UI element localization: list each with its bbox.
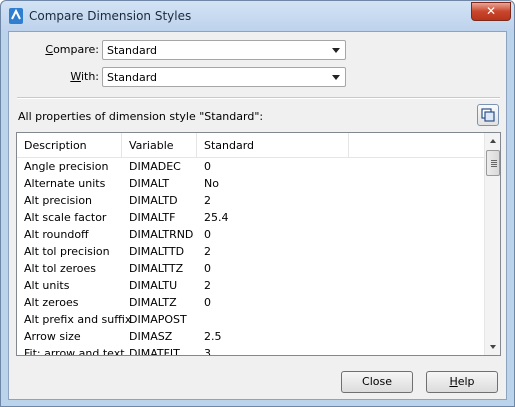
variable-cell: DIMAPOST xyxy=(129,313,187,326)
list-body: Angle precision DIMADEC 0 Alternate units DI… xyxy=(17,158,484,356)
grip-line xyxy=(491,162,497,163)
compare-dropdown-value: Standard xyxy=(107,44,158,57)
help-button[interactable]: Help xyxy=(426,371,498,393)
variable-cell: DIMALTU xyxy=(129,279,178,292)
description-cell: Alt roundoff xyxy=(24,228,89,241)
description-cell: Alt tol precision xyxy=(24,245,110,258)
grip-line xyxy=(491,164,497,165)
compare-label: Compare: xyxy=(45,43,99,56)
value-cell: No xyxy=(204,177,219,190)
table-row[interactable]: Alt roundoff DIMALTRND 0 xyxy=(17,226,484,243)
variable-cell: DIMALTF xyxy=(129,211,176,224)
variable-cell: DIMATFIT xyxy=(129,347,180,356)
close-button[interactable]: Close xyxy=(341,371,413,393)
description-cell: Alt tol zeroes xyxy=(24,262,97,275)
dialog-body: Compare: Standard With: Standard All pro… xyxy=(8,31,507,400)
value-cell: 2 xyxy=(204,279,211,292)
separator xyxy=(17,97,500,99)
scroll-up-button[interactable] xyxy=(485,133,500,150)
variable-cell: DIMALT xyxy=(129,177,170,190)
with-label: With: xyxy=(70,70,99,83)
arrow-up-icon xyxy=(490,139,496,143)
table-row[interactable]: Alt tol zeroes DIMALTTZ 0 xyxy=(17,260,484,277)
grip-line xyxy=(491,160,497,161)
value-cell: 2.5 xyxy=(204,330,222,343)
value-cell: 0 xyxy=(204,228,211,241)
description-cell: Alt precision xyxy=(24,194,93,207)
title-bar[interactable]: Compare Dimension Styles ✕ xyxy=(1,1,514,31)
value-cell: 0 xyxy=(204,296,211,309)
value-cell: 2 xyxy=(204,245,211,258)
description-cell: Alt scale factor xyxy=(24,211,107,224)
description-cell: Alt prefix and suffix xyxy=(24,313,132,326)
vertical-scrollbar[interactable] xyxy=(484,133,500,355)
value-cell: 25.4 xyxy=(204,211,229,224)
column-header-variable[interactable]: Variable xyxy=(122,133,197,158)
variable-cell: DIMALTRND xyxy=(129,228,194,241)
description-cell: Angle precision xyxy=(24,160,109,173)
variable-cell: DIMALTZ xyxy=(129,296,177,309)
table-row[interactable]: Alt prefix and suffix DIMAPOST xyxy=(17,311,484,328)
value-cell: 0 xyxy=(204,262,211,275)
compare-dropdown[interactable]: Standard xyxy=(102,40,346,60)
table-row[interactable]: Alt units DIMALTU 2 xyxy=(17,277,484,294)
grip-line xyxy=(491,166,497,167)
description-cell: Alt zeroes xyxy=(24,296,79,309)
table-row[interactable]: Alt zeroes DIMALTZ 0 xyxy=(17,294,484,311)
table-row[interactable]: Arrow size DIMASZ 2.5 xyxy=(17,328,484,345)
table-row[interactable]: Angle precision DIMADEC 0 xyxy=(17,158,484,175)
column-header-standard[interactable]: Standard xyxy=(197,133,349,158)
column-header-description[interactable]: Description xyxy=(17,133,122,158)
properties-list[interactable]: Description Variable Standard Angle prec… xyxy=(16,132,501,356)
copy-to-clipboard-button[interactable] xyxy=(477,104,499,126)
variable-cell: DIMALTTZ xyxy=(129,262,184,275)
dialog-window: Compare Dimension Styles ✕ Compare: Stan… xyxy=(0,0,515,407)
variable-cell: DIMADEC xyxy=(129,160,181,173)
window-title: Compare Dimension Styles xyxy=(29,9,192,23)
window-close-button[interactable]: ✕ xyxy=(471,2,511,21)
variable-cell: DIMASZ xyxy=(129,330,173,343)
variable-cell: DIMALTTD xyxy=(129,245,185,258)
list-header: Description Variable Standard xyxy=(17,133,484,158)
description-cell: Arrow size xyxy=(24,330,81,343)
value-cell: 2 xyxy=(204,194,211,207)
description-cell: Alternate units xyxy=(24,177,106,190)
description-cell: Alt units xyxy=(24,279,70,292)
properties-label: All properties of dimension style "Stand… xyxy=(18,110,264,123)
copy-icon xyxy=(481,108,495,122)
scroll-thumb[interactable] xyxy=(486,150,500,176)
table-row[interactable]: Alt tol precision DIMALTTD 2 xyxy=(17,243,484,260)
value-cell: 0 xyxy=(204,160,211,173)
variable-cell: DIMALTD xyxy=(129,194,178,207)
with-dropdown[interactable]: Standard xyxy=(102,67,346,87)
scroll-down-button[interactable] xyxy=(485,338,500,355)
arrow-down-icon xyxy=(490,345,496,349)
app-icon xyxy=(9,8,23,24)
with-dropdown-value: Standard xyxy=(107,71,158,84)
table-row[interactable]: Fit: arrow and text DIMATFIT 3 xyxy=(17,345,484,356)
chevron-down-icon xyxy=(332,75,340,80)
table-row[interactable]: Alt scale factor DIMALTF 25.4 xyxy=(17,209,484,226)
value-cell: 3 xyxy=(204,347,211,356)
chevron-down-icon xyxy=(332,48,340,53)
description-cell: Fit: arrow and text xyxy=(24,347,125,356)
table-row[interactable]: Alternate units DIMALT No xyxy=(17,175,484,192)
table-row[interactable]: Alt precision DIMALTD 2 xyxy=(17,192,484,209)
